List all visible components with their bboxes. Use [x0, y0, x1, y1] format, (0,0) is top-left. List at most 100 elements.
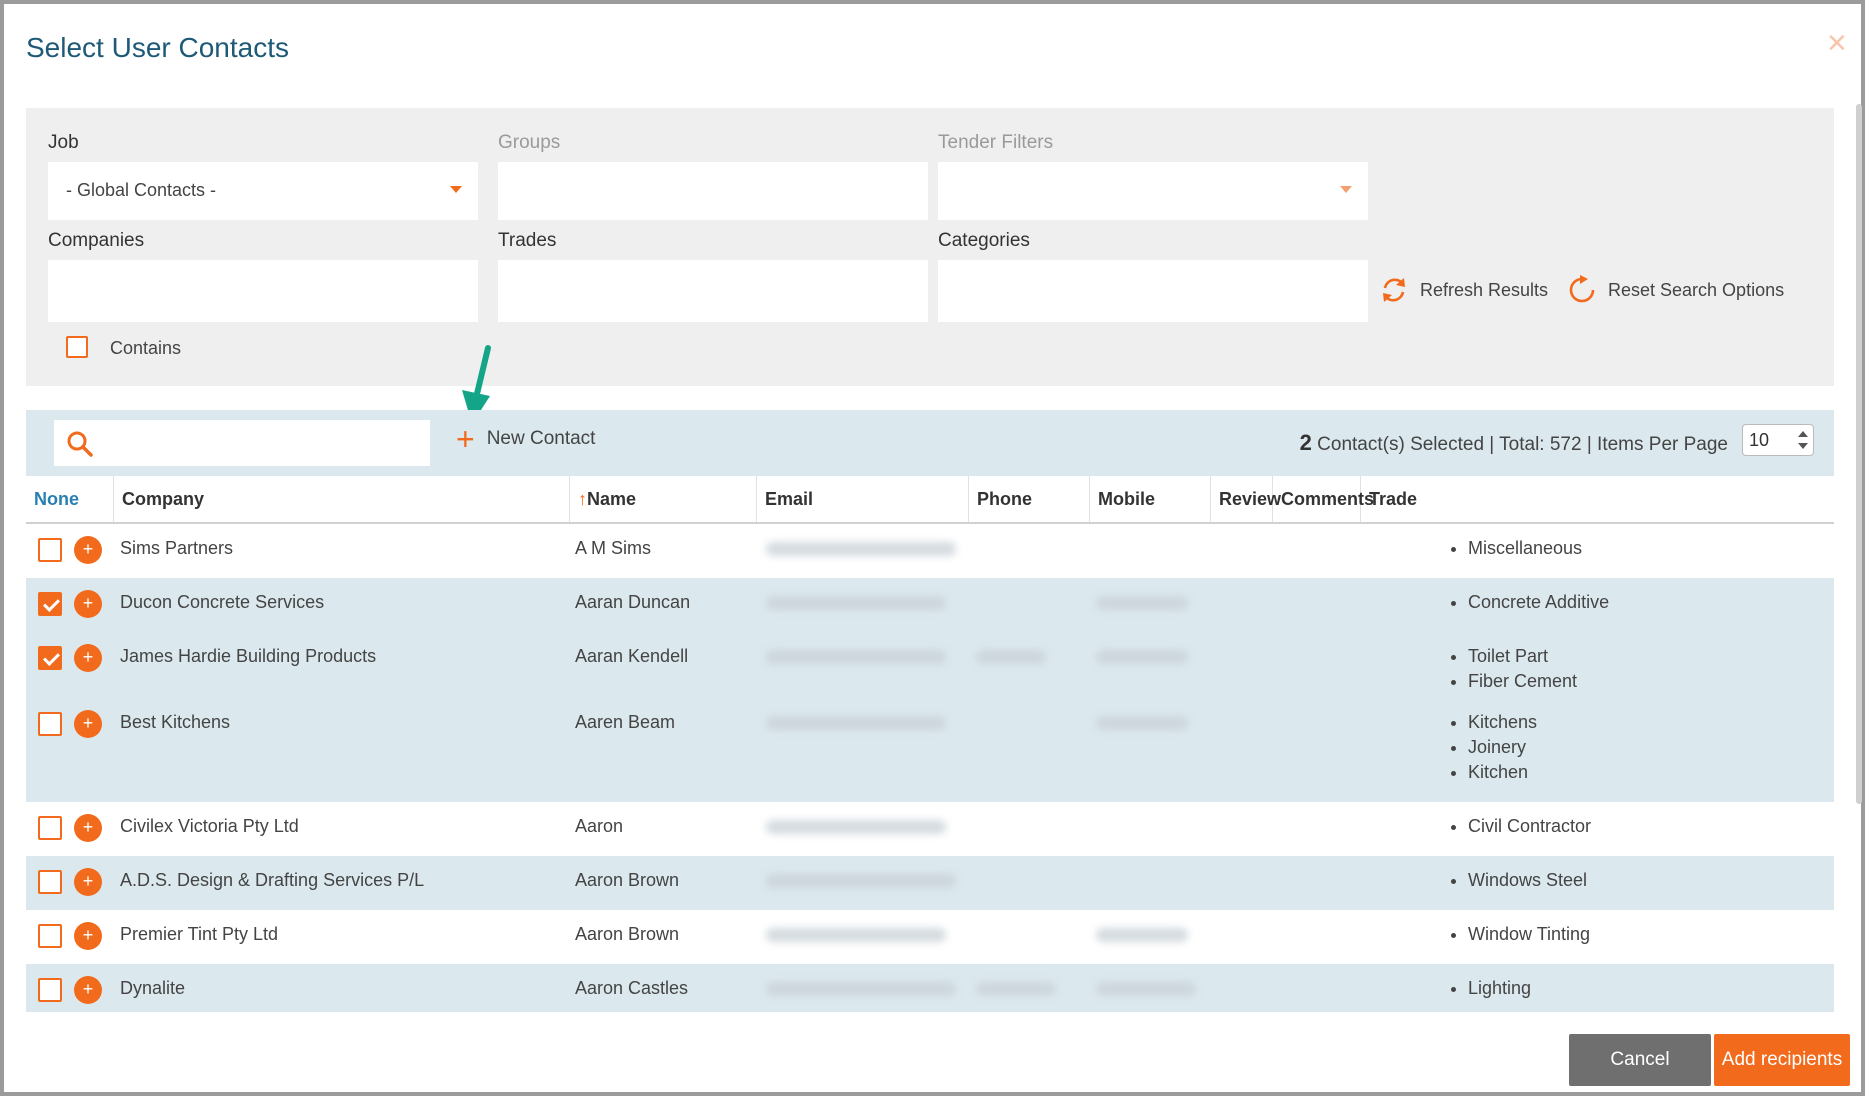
- add-contact-icon[interactable]: +: [74, 976, 102, 1004]
- trades-label: Trades: [498, 230, 557, 251]
- new-contact-label: New Contact: [486, 428, 596, 449]
- contacts-table: None Company ↑Name Email Phone Mobile Re…: [26, 476, 1834, 1012]
- close-icon[interactable]: ✕: [1826, 28, 1848, 59]
- row-select-checkbox[interactable]: [38, 538, 62, 562]
- refresh-results-label: Refresh Results: [1420, 279, 1549, 300]
- chevron-up-icon[interactable]: [1798, 431, 1808, 437]
- redacted-value: [766, 874, 956, 888]
- company-cell: Dynalite: [120, 978, 186, 998]
- company-cell: Ducon Concrete Services: [120, 592, 325, 612]
- job-select[interactable]: - Global Contacts -: [48, 162, 478, 220]
- column-phone[interactable]: Phone: [969, 476, 1090, 522]
- chevron-down-icon[interactable]: [1798, 443, 1808, 449]
- groups-input[interactable]: [498, 162, 928, 220]
- trade-item: Lighting: [1468, 978, 1531, 1003]
- company-cell: Premier Tint Pty Ltd: [120, 924, 279, 944]
- name-cell: Aaron: [575, 816, 624, 836]
- name-cell: Aaron Castles: [575, 978, 689, 998]
- table-row: + Dynalite Aaron Castles Lighting: [26, 964, 1834, 1012]
- column-name-label: Name: [587, 489, 637, 509]
- row-select-checkbox[interactable]: [38, 978, 62, 1002]
- add-contact-icon[interactable]: +: [74, 868, 102, 896]
- row-select-checkbox[interactable]: [38, 816, 62, 840]
- name-cell: Aaron Brown: [575, 870, 680, 890]
- name-cell: A M Sims: [575, 538, 652, 558]
- row-select-checkbox[interactable]: [38, 712, 62, 736]
- row-select-checkbox[interactable]: [38, 870, 62, 894]
- add-contact-icon[interactable]: +: [74, 710, 102, 738]
- tender-filters-label: Tender Filters: [938, 132, 1054, 153]
- groups-label: Groups: [498, 132, 561, 153]
- trade-item: Kitchen: [1468, 762, 1537, 787]
- trade-item: Miscellaneous: [1468, 538, 1582, 563]
- select-contacts-dialog: Select User Contacts ✕ Job - Global Cont…: [4, 4, 1862, 1092]
- select-none-link[interactable]: None: [26, 476, 114, 522]
- column-trade[interactable]: Trade: [1361, 476, 1834, 522]
- categories-label: Categories: [938, 230, 1030, 251]
- column-review[interactable]: Review: [1211, 476, 1281, 522]
- column-name[interactable]: ↑Name: [570, 476, 757, 522]
- column-company[interactable]: Company: [114, 476, 570, 522]
- cancel-button[interactable]: Cancel: [1569, 1034, 1711, 1086]
- reset-search-button[interactable]: Reset Search Options: [1566, 274, 1784, 306]
- companies-input[interactable]: [48, 260, 478, 322]
- trade-item: Kitchens: [1468, 712, 1537, 737]
- sort-ascending-icon: ↑: [578, 489, 587, 509]
- redacted-value: [766, 542, 956, 556]
- redacted-value: [1096, 596, 1188, 610]
- redacted-value: [976, 650, 1046, 664]
- table-row: + Ducon Concrete Services Aaran Duncan Conc…: [26, 578, 1834, 632]
- dialog-scrollbar[interactable]: [1856, 104, 1862, 804]
- redacted-value: [766, 982, 956, 996]
- table-row: + A.D.S. Design & Drafting Services P/L Aa…: [26, 856, 1834, 910]
- tender-filters-select[interactable]: [938, 162, 1368, 220]
- items-per-page-stepper[interactable]: 10: [1742, 424, 1814, 456]
- dialog-title: Select User Contacts: [26, 32, 289, 63]
- name-cell: Aaron Brown: [575, 924, 680, 944]
- reset-icon: [1569, 275, 1595, 303]
- contains-checkbox[interactable]: [66, 336, 88, 358]
- new-contact-button[interactable]: + New Contact: [456, 423, 596, 455]
- redacted-value: [766, 820, 946, 834]
- add-contact-icon[interactable]: +: [74, 814, 102, 842]
- column-email[interactable]: Email: [757, 476, 969, 522]
- trade-list: KitchensJoineryKitchen: [1446, 712, 1537, 787]
- row-select-checkbox[interactable]: [38, 646, 62, 670]
- row-select-checkbox[interactable]: [38, 592, 62, 616]
- trade-item: Fiber Cement: [1468, 671, 1577, 696]
- trade-list: Toilet PartFiber Cement: [1446, 646, 1577, 696]
- contains-label: Contains: [110, 338, 182, 358]
- trade-item: Windows Steel: [1468, 870, 1587, 895]
- add-recipients-button[interactable]: Add recipients: [1714, 1034, 1850, 1086]
- redacted-value: [766, 650, 946, 664]
- add-contact-icon[interactable]: +: [74, 644, 102, 672]
- column-mobile[interactable]: Mobile: [1090, 476, 1211, 522]
- selected-count: 2: [1299, 430, 1312, 455]
- column-comments[interactable]: Comments: [1273, 476, 1374, 522]
- selection-summary: 2 Contact(s) Selected | Total: 572 | Ite…: [1300, 430, 1728, 456]
- redacted-value: [766, 928, 946, 942]
- table-row: + James Hardie Building Products Aaran Ken…: [26, 632, 1834, 698]
- row-select-checkbox[interactable]: [38, 924, 62, 948]
- trade-item: Window Tinting: [1468, 924, 1590, 949]
- company-cell: Sims Partners: [120, 538, 234, 558]
- redacted-value: [1096, 928, 1188, 942]
- job-select-value: - Global Contacts -: [66, 180, 217, 200]
- trade-list: Civil Contractor: [1446, 816, 1591, 841]
- trade-item: Toilet Part: [1468, 646, 1577, 671]
- redacted-value: [1096, 982, 1196, 996]
- add-contact-icon[interactable]: +: [74, 590, 102, 618]
- search-input[interactable]: [54, 420, 430, 466]
- company-cell: A.D.S. Design & Drafting Services P/L: [120, 870, 425, 890]
- selection-summary-text: Contact(s) Selected | Total: 572 | Items…: [1317, 434, 1728, 455]
- reset-search-label: Reset Search Options: [1608, 279, 1785, 300]
- table-row: + Sims Partners A M Sims Miscellaneous: [26, 524, 1834, 578]
- table-header: None Company ↑Name Email Phone Mobile Re…: [26, 476, 1834, 524]
- company-cell: Best Kitchens: [120, 712, 231, 732]
- trade-list: Concrete Additive: [1446, 592, 1609, 617]
- trades-input[interactable]: [498, 260, 928, 322]
- add-contact-icon[interactable]: +: [74, 922, 102, 950]
- add-contact-icon[interactable]: +: [74, 536, 102, 564]
- categories-input[interactable]: [938, 260, 1368, 322]
- refresh-results-button[interactable]: Refresh Results: [1378, 274, 1548, 306]
